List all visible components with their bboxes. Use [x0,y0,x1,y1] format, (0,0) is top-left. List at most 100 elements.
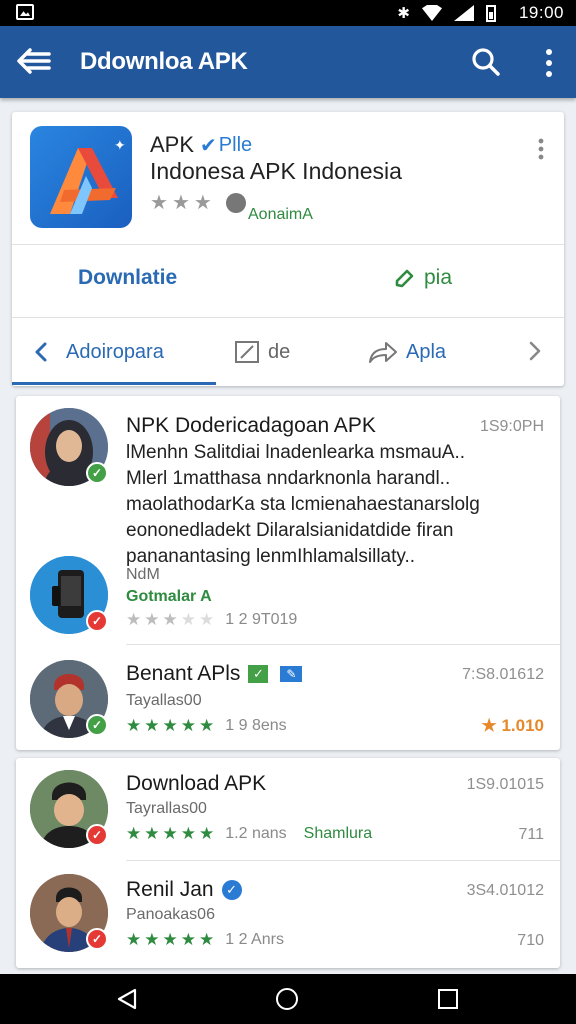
divider [126,860,560,861]
tab-adoiropara[interactable]: Adoiropara [34,318,164,386]
tab-de[interactable]: de [234,318,290,386]
info-icon[interactable] [225,192,246,213]
star-icon: ★ [144,716,160,735]
item-time: 1S9.01015 [466,776,544,793]
app-tag: ✔ Plle [200,133,252,158]
search-icon[interactable] [470,46,502,78]
item-extra: 711 [518,826,544,843]
star-icon: ★ [199,610,215,629]
item-extra: 710 [517,932,544,949]
status-bar: ✱ 19:00 [0,0,576,26]
nav-recents-icon[interactable] [438,989,458,1009]
item-time: 7:S8.01612 [462,666,544,683]
menu-back-icon[interactable] [16,46,52,76]
star-icon: ★ [180,716,196,735]
bluetooth-icon: ✱ [397,5,410,22]
star-icon: ★ [144,930,160,949]
divider [12,244,564,245]
item-developer[interactable]: Gotmalar A [126,588,212,606]
check-badge-icon: ✓ [86,928,108,950]
edit-icon: ✎ [280,666,303,682]
item-rating: ★ ★ ★ ★ ★ 1 9 8ens [126,716,287,736]
verified-icon: ✓ [221,880,242,900]
item-title: Renil Jan ✓ [126,878,242,902]
tab-label: de [268,340,291,363]
desc-line: eononedladekt Dilaralsianidatdide firan [126,520,454,541]
check-badge-icon: ✓ [86,610,108,632]
svg-text:✦: ✦ [114,137,126,153]
verified-icon: ✓ [248,665,269,683]
item-score-value: 1.010 [501,716,544,735]
app-rating: ★ ★ ★ [150,190,246,215]
app-subtitle: Indonesa APK Indonesia [150,158,402,184]
check-badge-icon: ✓ [86,462,108,484]
tab-bar: Adoiropara de Apla [12,318,564,386]
star-icon: ★ [180,930,196,949]
tab-apla[interactable]: Apla [368,318,446,386]
item-title-text: Benant APls [126,662,241,685]
star-icon: ★ [144,824,160,843]
app-developer[interactable]: AonaimA [248,206,313,224]
download-button[interactable]: Downlatie [78,266,177,290]
star-icon: ★ [180,824,196,843]
item-time: 3S4.01012 [466,882,544,899]
check-badge-icon: ✓ [86,714,108,736]
nav-home-icon[interactable] [276,988,298,1010]
wifi-icon [422,5,442,21]
nav-back-icon[interactable] [116,988,138,1010]
divider [126,644,560,645]
app-logo-icon[interactable]: ✦ [30,126,132,228]
star-icon: ★ [150,192,168,214]
item-title: Download APK [126,772,267,795]
star-icon: ★ [199,824,215,843]
share-icon [369,342,397,363]
star-icon: ★ [180,610,196,629]
signal-icon [454,5,474,21]
share-button-label: pia [424,266,453,289]
item-rating: ★ ★ ★ ★ ★ 1.2 nans Shamlura [126,824,372,844]
desc-line: maolathodarKa sta lcmienahaestanarslolg [126,494,480,515]
status-icons: ✱ [397,4,496,22]
item-subtitle: NdM [126,566,160,583]
item-count: 1.2 nans [225,825,287,842]
star-icon: ★ [126,824,142,843]
star-icon: ★ [193,192,212,214]
star-icon: ★ [126,930,142,949]
share-button[interactable]: pia [394,266,452,290]
star-icon: ★ [162,716,178,735]
app-tag-label: Plle [218,133,253,156]
item-subtitle: Panoakas06 [126,906,215,923]
battery-icon [486,4,496,22]
star-icon: ★ [481,716,497,735]
star-icon: ★ [126,716,142,735]
item-title-text: Renil Jan [126,878,214,901]
star-icon: ★ [199,716,215,735]
star-icon: ★ [171,192,190,214]
item-time: 1S9:0PH [479,418,544,435]
item-developer[interactable]: Shamlura [304,825,372,843]
app-bar: Ddownloa APK [0,26,576,98]
item-rating: ★ ★ ★ ★ ★ 1 2 Anrs [126,930,284,950]
item-count: 1 2 9T019 [225,611,298,628]
star-icon: ★ [162,824,178,843]
item-count: 1 9 8ens [225,717,287,734]
tab-label: Adoiropara [66,340,164,363]
desc-line: lMenhn Salitdiai lnadenlearka msmauA.. [126,442,466,463]
more-vert-icon[interactable] [538,138,544,160]
star-icon: ★ [162,930,178,949]
check-badge-icon: ✓ [86,824,108,846]
item-count: 1 2 Anrs [225,931,284,948]
gallery-notification-icon [16,4,34,20]
star-icon: ★ [126,610,142,629]
edit-icon [395,269,414,288]
chevron-right-icon[interactable] [528,340,542,362]
item-subtitle: Tayrallas00 [126,800,207,817]
app-title-text: APK [150,132,195,157]
more-vert-icon[interactable] [544,48,554,78]
feed-card: ✓ Download APK 1S9.01015 Tayrallas00 ★ ★… [16,758,560,968]
star-icon: ★ [162,610,178,629]
system-nav-bar [0,974,576,1024]
app-card: ✦ APK ✔ Plle Indonesa APK Indonesia ★ ★ … [12,112,564,386]
star-icon: ★ [199,930,215,949]
verified-icon: ✔ [200,134,217,157]
